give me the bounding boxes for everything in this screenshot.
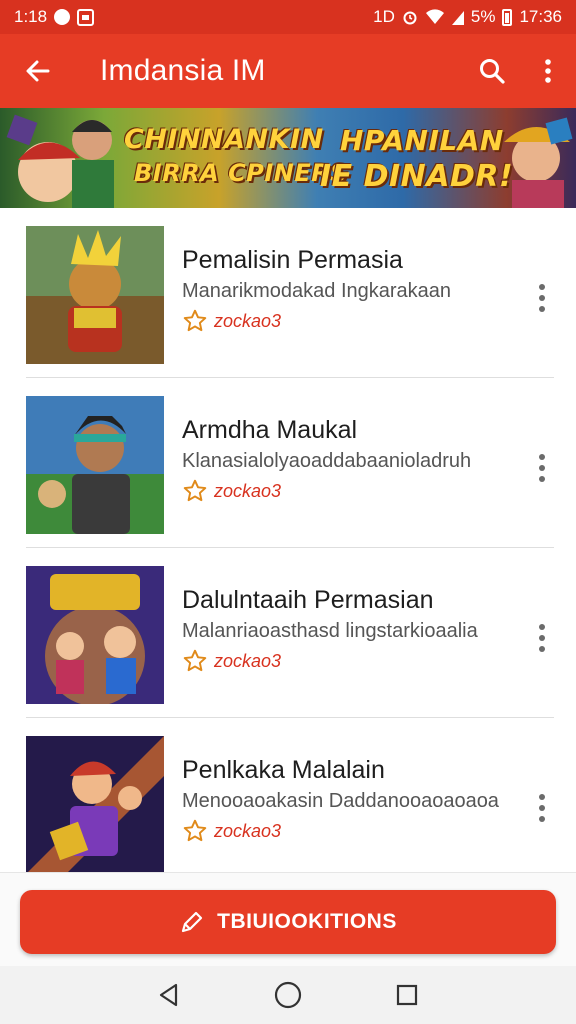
more-vertical-icon — [539, 454, 545, 482]
circle-home-icon — [274, 981, 302, 1009]
wifi-icon — [425, 9, 444, 24]
primary-action-label: TBIUIOOKITIONS — [217, 910, 397, 933]
page-title: Imdansia IM — [100, 54, 266, 87]
battery-percent: 5% — [470, 7, 496, 26]
battery-icon — [502, 8, 513, 26]
item-title: Armdha Maukal — [182, 416, 358, 444]
star-outline-icon — [183, 819, 207, 842]
item-description: Manarikmodakad Ingkarakaan — [182, 280, 452, 302]
status-bar: 1:18 1D 5% 17:36 — [0, 0, 576, 34]
notification-icon — [54, 9, 71, 25]
item-description: Menooaoakasin Daddanooaoaoaoa — [182, 790, 499, 812]
system-nav-bar — [0, 966, 576, 1024]
more-vertical-icon — [539, 284, 545, 312]
item-more-button[interactable] — [526, 786, 558, 830]
search-icon — [480, 59, 505, 84]
cell-signal-icon — [451, 11, 464, 25]
star-outline-icon — [183, 479, 207, 502]
item-more-button[interactable] — [526, 446, 558, 490]
more-vertical-icon — [539, 794, 545, 822]
back-button[interactable] — [0, 34, 76, 108]
nav-recent-button[interactable] — [387, 975, 427, 1015]
banner-line-3: HPANILAN — [340, 124, 504, 157]
banner-line-2: BIRRA CPINERS — [134, 159, 348, 187]
list-item[interactable]: Armdha Maukal Klanasialolyaoaddabaaniola… — [0, 378, 576, 548]
more-vertical-icon — [539, 624, 545, 652]
rating-text: zockao3 — [214, 480, 282, 501]
game-list: Pemalisin Permasia Manarikmodakad Ingkar… — [0, 208, 576, 872]
arrow-left-icon — [26, 60, 50, 82]
app-bar: Imdansia IM — [0, 34, 576, 108]
game-thumbnail — [26, 396, 164, 534]
more-vertical-icon — [545, 59, 551, 83]
list-item[interactable]: Pemalisin Permasia Manarikmodakad Ingkar… — [0, 208, 576, 378]
pencil-icon — [182, 911, 203, 933]
status-left: 1:18 — [14, 7, 95, 27]
game-thumbnail — [26, 226, 164, 364]
promo-banner[interactable]: CHINNANKIN BIRRA CPINERS HPANILAN IE DIN… — [0, 108, 576, 208]
alarm-icon — [403, 11, 417, 25]
item-rating: zockao3 — [182, 478, 281, 504]
banner-line-4: IE DINADR! — [320, 159, 514, 194]
list-item[interactable]: Dalulntaaih Permasian Malanriaoasthasd l… — [0, 548, 576, 718]
primary-action-button[interactable]: TBIUIOOKITIONS — [20, 890, 556, 954]
item-title: Penlkaka Malalain — [182, 756, 385, 784]
item-rating: zockao3 — [182, 648, 281, 674]
square-recent-icon — [396, 984, 417, 1006]
rating-text: zockao3 — [214, 310, 282, 331]
status-time-left: 1:18 — [14, 7, 48, 26]
star-outline-icon — [183, 309, 207, 332]
star-outline-icon — [183, 649, 207, 672]
item-title: Dalulntaaih Permasian — [182, 586, 434, 614]
rating-text: zockao3 — [214, 650, 282, 671]
item-more-button[interactable] — [526, 616, 558, 660]
item-rating: zockao3 — [182, 308, 281, 334]
game-thumbnail — [26, 736, 164, 872]
game-thumbnail — [26, 566, 164, 704]
item-description: Klanasialolyaoaddabaanioladruh — [182, 450, 472, 472]
triangle-back-icon — [160, 983, 178, 1007]
item-more-button[interactable] — [526, 276, 558, 320]
search-button[interactable] — [464, 34, 520, 108]
banner-line-1: CHINNANKIN — [124, 124, 324, 155]
list-item[interactable]: Penlkaka Malalain Menooaoakasin Daddanoo… — [0, 718, 576, 872]
footer: TBIUIOOKITIONS — [0, 872, 576, 966]
item-rating: zockao3 — [182, 818, 281, 844]
item-title: Pemalisin Permasia — [182, 246, 403, 274]
message-icon — [77, 8, 95, 26]
overflow-menu-button[interactable] — [520, 34, 576, 108]
rating-text: zockao3 — [214, 820, 282, 841]
nav-home-button[interactable] — [268, 975, 308, 1015]
status-signal-text: 1D — [373, 7, 395, 26]
status-time-right: 17:36 — [519, 7, 562, 26]
nav-back-button[interactable] — [149, 975, 189, 1015]
status-right: 1D 5% 17:36 — [373, 7, 562, 27]
item-description: Malanriaoasthasd lingstarkioaalia — [182, 620, 478, 642]
